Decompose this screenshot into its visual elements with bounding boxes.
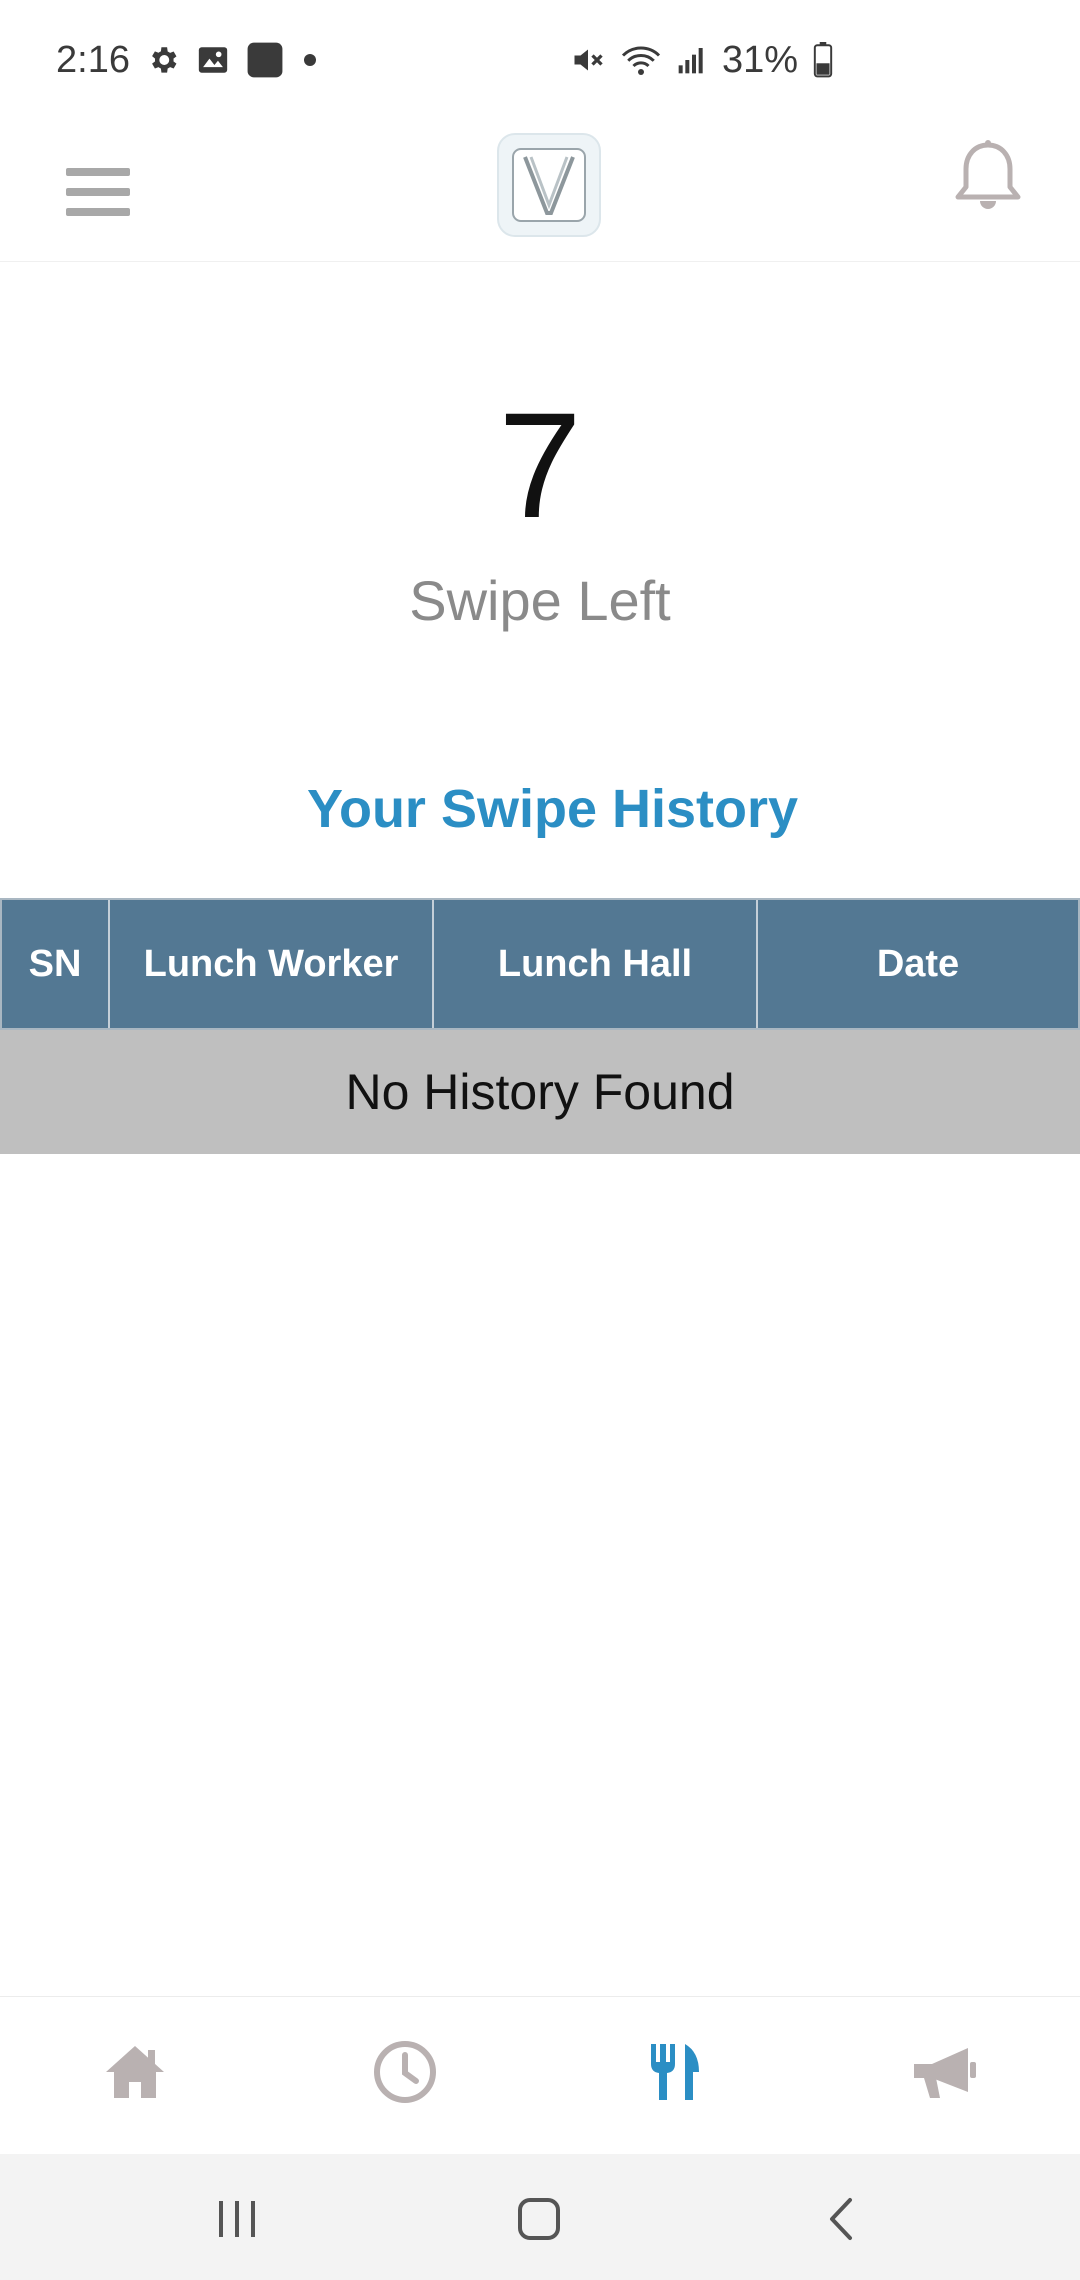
history-table: SN Lunch Worker Lunch Hall Date No Histo… [0,898,1080,1154]
home-icon [106,2046,164,2098]
fork-knife-icon [651,2044,699,2100]
app-header [0,120,1080,262]
v-logo-icon [497,133,601,237]
system-nav-bar [0,2154,1080,2280]
hamburger-menu-icon[interactable] [56,150,140,234]
swipe-left-label: Swipe Left [409,569,671,632]
nav-announcements-button[interactable] [890,2017,1000,2127]
column-header-date: Date [876,942,960,985]
gear-icon [146,43,180,77]
battery-percent: 31% [722,38,799,81]
back-button[interactable] [796,2174,886,2264]
battery-icon [812,42,834,78]
bottom-nav [0,1996,1080,2154]
back-chevron-icon [830,2198,852,2240]
image-icon [196,43,230,77]
nav-lunch-button[interactable] [620,2017,730,2127]
column-header-sn: SN [2,900,110,1028]
home-square-icon [518,2198,560,2240]
bell-icon[interactable] [946,130,1030,230]
app-square-icon [246,41,284,79]
recent-apps-icon [219,2201,255,2237]
status-left: 2:16 [56,39,320,82]
column-header-lunch-hall: Lunch Hall [434,900,758,1028]
column-header-lunch-worker: Lunch Worker [110,900,434,1028]
status-time: 2:16 [56,38,130,81]
table-header: SN Lunch Worker Lunch Hall Date [0,898,1080,1030]
status-right: 31% [570,0,834,120]
mute-icon [570,42,606,78]
home-system-button[interactable] [494,2174,584,2264]
signal-icon [676,44,708,76]
wifi-icon [620,42,662,78]
status-bar: 2:16 31% [0,0,1080,120]
empty-history-message: No History Found [0,1030,1080,1154]
nav-history-button[interactable] [350,2017,460,2127]
history-title: Your Swipe History [306,779,799,839]
recent-apps-button[interactable] [192,2174,282,2264]
megaphone-icon [914,2048,976,2098]
nav-home-button[interactable] [80,2017,190,2127]
swipe-count: 7 [498,381,582,549]
dot-icon [300,50,320,70]
clock-icon [374,2041,436,2103]
